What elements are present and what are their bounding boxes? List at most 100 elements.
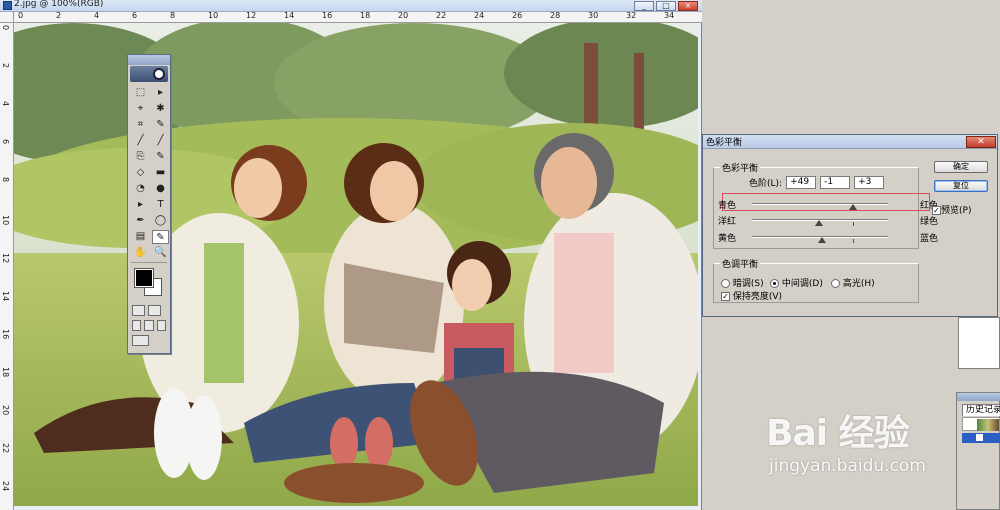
ruler-v-label: 20 [1,405,10,416]
tool-icon[interactable]: ◇ [132,166,149,180]
shadows-radio[interactable]: 暗调(S) [721,276,764,289]
tool-icon[interactable]: ● [152,182,169,196]
ruler-v-label: 4 [1,101,10,107]
magenta-green-slider[interactable]: 洋红 绿色 [718,214,938,227]
ruler-v-label: 0 [1,25,10,31]
ruler-h-label: 8 [170,12,176,20]
foreground-color-swatch[interactable] [134,268,154,288]
ruler-h-label: 16 [322,12,333,20]
baidu-watermark: Bai 经验 jingyan.baidu.com [766,404,998,494]
preview-checkbox[interactable]: ✓预览(P) [932,203,971,216]
levels-yellow-blue-input[interactable]: +3 [854,176,885,189]
tool-icon[interactable]: ◔ [132,182,149,196]
tool-icon[interactable]: ✎ [152,150,169,164]
tool-icon[interactable]: ⌗ [132,118,149,132]
tool-icon[interactable]: ✒ [132,214,149,228]
ruler-v-label: 6 [1,139,10,145]
photoshop-icon [3,1,12,10]
ruler-v-label: 24 [1,481,10,492]
tool-icon[interactable]: T [152,198,169,212]
slider-track[interactable] [752,203,888,210]
slider-thumb[interactable] [849,204,858,210]
minimize-button[interactable]: _ [634,1,654,11]
tool-icon[interactable]: ▬ [152,166,169,180]
reset-button[interactable]: 复位 [934,180,988,192]
highlights-radio[interactable]: 高光(H) [831,276,875,289]
slider-label-yellow: 黄色 [718,234,737,244]
maximize-button[interactable]: □ [656,1,676,11]
tool-icon[interactable]: ✋ [132,246,149,260]
quick-mask-icon[interactable] [148,305,161,316]
watermark-url: jingyan.baidu.com [769,456,926,476]
document-titlebar[interactable]: 2.jpg @ 100%(RGB) _ □ × [0,0,702,12]
divider [131,262,167,263]
ruler-h-label: 24 [474,12,485,20]
ruler-v-label: 16 [1,329,10,340]
midtones-radio[interactable]: 中间调(D) [770,276,823,289]
screen-mode-standard-icon[interactable] [132,320,142,331]
slider-label-cyan: 青色 [718,201,737,211]
color-balance-group-label: 色彩平衡 [720,161,761,174]
ruler-h-label: 22 [436,12,447,20]
ruler-h-label: 4 [94,12,100,20]
horizontal-ruler[interactable]: 0 2 4 6 8 10 12 14 16 18 20 22 24 26 28 30 32 34 [14,12,702,23]
dialog-titlebar[interactable]: 色彩平衡 ✕ [703,135,997,149]
family-photo [14,23,698,506]
tone-balance-group-label: 色调平衡 [720,257,761,270]
jump-to-imageready-icon[interactable] [132,335,149,346]
cyan-red-slider[interactable]: 青色 红色 [718,198,938,211]
tools-palette-titlebar[interactable] [128,55,170,65]
history-panel-titlebar[interactable] [957,393,1000,401]
tool-icon[interactable]: 🔍 [152,246,169,260]
ruler-corner[interactable] [0,12,14,23]
ruler-h-label: 2 [56,12,62,20]
levels-cyan-red-input[interactable]: +49 [786,176,817,189]
ok-button[interactable]: 确定 [934,161,988,173]
dialog-close-button[interactable]: ✕ [966,136,996,148]
radio-icon [831,279,840,288]
slider-label-blue: 蓝色 [919,234,938,244]
document-title: 2.jpg @ 100%(RGB) [14,0,104,9]
tool-icon[interactable]: ⎘ [132,150,149,164]
ruler-h-label: 12 [246,12,257,20]
tool-icon[interactable]: ✎ [152,230,169,244]
eye-icon [153,68,165,80]
vertical-ruler[interactable]: 02468101214161820222426 [0,23,14,510]
tool-icon[interactable]: ╱ [152,134,169,148]
screen-mode-full-menu-icon[interactable] [144,320,154,331]
ruler-h-label: 6 [132,12,138,20]
ruler-v-label: 2 [1,63,10,69]
ruler-h-label: 20 [398,12,409,20]
ruler-h-label: 34 [664,12,675,20]
close-button[interactable]: × [678,1,698,11]
radio-icon [721,279,730,288]
ruler-v-label: 8 [1,177,10,183]
tools-grid: ⬚ ▸ ⌖ ✱ ⌗ ✎ ╱ ╱ ⎘ ✎ ◇ ▬ ◔ ● ▸ T ✒ ◯ ▤ ✎ ✋ 🔍 [128,83,170,260]
slider-thumb[interactable] [818,237,827,243]
slider-thumb[interactable] [815,220,824,226]
tool-icon[interactable]: ▸ [132,198,149,212]
tool-icon[interactable]: ▤ [132,230,149,244]
ruler-v-label: 14 [1,291,10,302]
tool-icon[interactable]: ◯ [152,214,169,228]
ruler-h-label: 18 [360,12,371,20]
side-panel [958,317,1000,369]
tool-icon[interactable]: ▸ [152,86,169,100]
preserve-luminosity-checkbox[interactable]: ✓ 保持亮度(V) [721,289,782,302]
screen-mode-full-icon[interactable] [156,320,166,331]
tool-icon[interactable]: ✱ [152,102,169,116]
yellow-blue-slider[interactable]: 黄色 蓝色 [718,231,938,244]
tool-icon[interactable]: ✎ [152,118,169,132]
ruler-v-label: 18 [1,367,10,378]
color-balance-dialog: 色彩平衡 ✕ 色彩平衡 色阶(L): +49 -1 +3 青色 红色 洋红 绿色… [702,134,998,317]
ruler-v-label: 10 [1,215,10,226]
photoshop-logo[interactable] [130,66,168,82]
ruler-h-label: 32 [626,12,637,20]
tool-icon[interactable]: ⌖ [132,102,149,116]
tool-icon[interactable]: ⬚ [132,86,149,100]
levels-magenta-green-input[interactable]: -1 [820,176,851,189]
radio-selected-icon [770,279,779,288]
tool-icon[interactable]: ╱ [132,134,149,148]
photo-canvas[interactable] [14,23,698,506]
standard-mode-icon[interactable] [132,305,145,316]
